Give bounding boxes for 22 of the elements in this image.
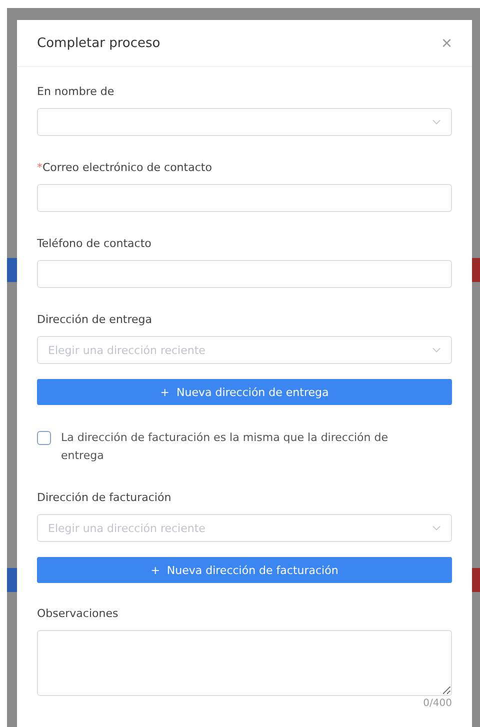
field-label: Observaciones [37,607,120,620]
field-label: Teléfono de contacto [37,237,152,250]
character-counter: 0/400 [422,698,452,709]
field-label: En nombre de [37,85,116,98]
text-area[interactable] [37,630,452,696]
input-field[interactable] [37,184,452,212]
chevron-down-icon [432,525,441,531]
input-field[interactable] [37,260,452,288]
field-label: Dirección de facturación [37,491,172,504]
add-button[interactable]: + Nueva dirección de facturación [37,557,452,583]
add-button[interactable]: + Nueva dirección de entrega [37,379,452,405]
chevron-down-icon [432,347,441,353]
dialog-title: Completar proceso [37,36,160,50]
field-label: Dirección de entrega [37,313,153,326]
select-field[interactable] [37,108,452,136]
checkbox-label: La dirección de facturación es la misma que la dirección de entrega [61,430,390,464]
select-field[interactable]: Elegir una dirección reciente [37,514,452,542]
select-field[interactable]: Elegir una dirección reciente [37,336,452,364]
chevron-down-icon [432,119,441,125]
close-button[interactable]: × [441,32,452,54]
checkbox[interactable] [37,431,51,445]
field-label: *Correo electrónico de contacto [37,161,213,174]
